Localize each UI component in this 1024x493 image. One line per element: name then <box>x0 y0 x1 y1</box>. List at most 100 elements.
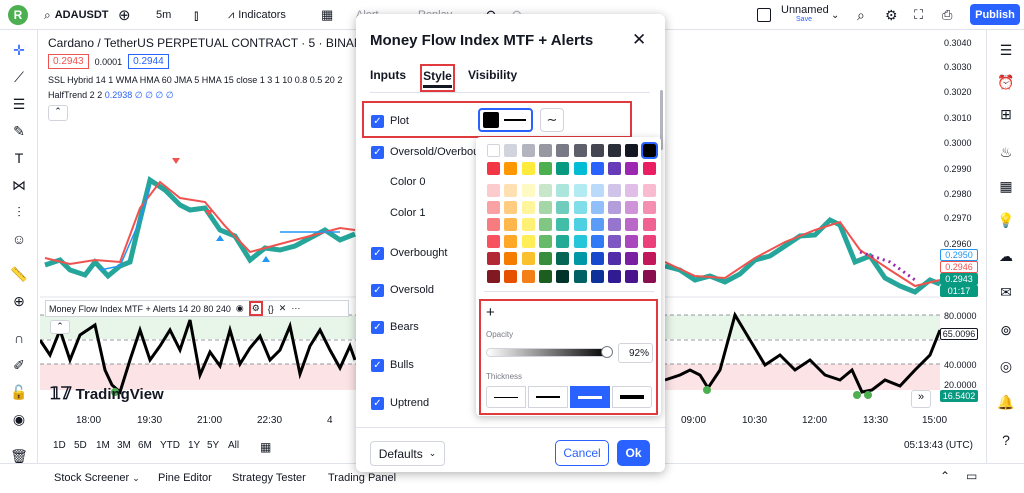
bears-checkbox[interactable]: ✓ <box>371 321 384 334</box>
color-swatch[interactable] <box>504 235 518 248</box>
color-swatch[interactable] <box>573 235 587 248</box>
color-swatch[interactable] <box>625 144 639 157</box>
ask-price[interactable]: 0.2944 <box>128 54 169 69</box>
color-swatch[interactable] <box>608 201 622 214</box>
color-swatch[interactable] <box>573 218 587 231</box>
ssl-hybrid-legend[interactable]: SSL Hybrid 14 1 WMA HMA 60 JMA 5 HMA 15 … <box>48 75 360 85</box>
period-1d[interactable]: 1D <box>53 440 66 451</box>
layout-toggle-checkbox[interactable] <box>757 8 771 22</box>
tab-trading-panel[interactable]: Trading Panel <box>328 472 396 484</box>
color-swatch[interactable] <box>573 252 587 265</box>
data-window-button[interactable]: ⊞ <box>996 104 1016 124</box>
collapse-legend-button[interactable]: ⌃ <box>48 105 68 121</box>
eye-icon[interactable]: ◉ <box>236 303 244 314</box>
color-swatch[interactable] <box>590 144 604 157</box>
zoom-tool[interactable]: ⊕ <box>9 291 29 311</box>
color-swatch[interactable] <box>556 252 570 265</box>
color-swatch[interactable] <box>504 184 518 197</box>
defaults-dropdown[interactable]: Defaults ⌄ <box>370 441 445 466</box>
color-swatch[interactable] <box>625 252 639 265</box>
tab-strategy-tester[interactable]: Strategy Tester <box>232 472 306 484</box>
fullscreen-button[interactable]: ⛶ <box>914 5 923 25</box>
hotlist-button[interactable]: ♨ <box>996 142 1016 162</box>
go-to-date-button[interactable]: ▦ <box>260 440 271 454</box>
color-swatch[interactable] <box>573 162 587 175</box>
color-swatch[interactable] <box>573 270 587 283</box>
community-button[interactable]: ✉ <box>996 282 1016 302</box>
oversold-checkbox[interactable]: ✓ <box>371 284 384 297</box>
color-swatch[interactable] <box>487 235 500 248</box>
add-custom-color-button[interactable]: + <box>486 304 495 321</box>
tab-style[interactable]: Style <box>420 64 455 92</box>
crosshair-tool[interactable]: ✛ <box>9 40 29 60</box>
color-swatch[interactable] <box>625 162 639 175</box>
color-swatch[interactable] <box>538 252 552 265</box>
color-swatch[interactable] <box>521 252 535 265</box>
stay-drawing-tool[interactable]: ✐ <box>9 355 29 375</box>
calendar-button[interactable]: ▦ <box>996 176 1016 196</box>
opacity-input[interactable]: 92% <box>618 343 653 363</box>
color-swatch[interactable] <box>504 144 518 157</box>
color-swatch[interactable] <box>608 218 622 231</box>
scroll-to-realtime-button[interactable]: » <box>911 390 931 408</box>
color-swatch[interactable] <box>521 235 535 248</box>
halftrend-legend[interactable]: HalfTrend 2 2 0.2938 ∅ ∅ ∅ ∅ <box>48 90 360 101</box>
color-swatch[interactable] <box>521 218 535 231</box>
text-tool[interactable]: T <box>9 148 29 168</box>
notifications-button[interactable]: 🔔 <box>996 392 1016 412</box>
color-swatch[interactable] <box>521 162 535 175</box>
alerts-button[interactable]: ⏰ <box>996 72 1016 92</box>
layout-menu-chevron[interactable]: ⌄ <box>831 5 839 25</box>
overbought-checkbox[interactable]: ✓ <box>371 247 384 260</box>
layout-name[interactable]: Unnamed Save <box>781 4 829 23</box>
color-swatch[interactable] <box>504 162 518 175</box>
tab-stock-screener[interactable]: Stock Screener ⌄ <box>54 472 140 484</box>
color-swatch[interactable] <box>573 144 587 157</box>
period-5y[interactable]: 5Y <box>207 440 219 451</box>
color-swatch[interactable] <box>625 235 639 248</box>
opacity-slider[interactable] <box>486 348 610 357</box>
color-swatch[interactable] <box>640 142 658 159</box>
close-icon[interactable]: ✕ <box>279 303 287 314</box>
oversold-overbought-checkbox[interactable]: ✓ <box>371 146 384 159</box>
color-swatch[interactable] <box>538 235 552 248</box>
color-swatch[interactable] <box>504 201 518 214</box>
thickness-1[interactable] <box>486 386 526 408</box>
color-swatch[interactable] <box>556 201 570 214</box>
compare-symbol-button[interactable]: ⊕ <box>118 5 131 25</box>
uptrend-checkbox[interactable]: ✓ <box>371 397 384 410</box>
color-swatch[interactable] <box>556 235 570 248</box>
settings-button[interactable]: ⚙ <box>885 5 898 25</box>
color-swatch[interactable] <box>590 201 604 214</box>
color-swatch[interactable] <box>590 270 604 283</box>
color-swatch[interactable] <box>556 162 570 175</box>
color-swatch[interactable] <box>608 144 622 157</box>
color-swatch[interactable] <box>487 201 500 214</box>
color-swatch[interactable] <box>556 218 570 231</box>
trendline-tool[interactable]: ⟋ <box>9 67 29 87</box>
color-swatch[interactable] <box>642 218 656 231</box>
period-6m[interactable]: 6M <box>138 440 152 451</box>
pattern-tool[interactable]: ⋈ <box>9 175 29 195</box>
color-swatch[interactable] <box>608 162 622 175</box>
color-swatch[interactable] <box>504 252 518 265</box>
color-swatch[interactable] <box>590 235 604 248</box>
mfi-pane-legend[interactable]: Money Flow Index MTF + Alerts 14 20 80 2… <box>45 300 349 317</box>
publish-button[interactable]: Publish <box>970 4 1020 25</box>
ok-button[interactable]: Ok <box>617 440 650 466</box>
color-swatch[interactable] <box>487 218 500 231</box>
avatar[interactable]: R <box>8 5 28 25</box>
signals-button[interactable]: ◎ <box>996 356 1016 376</box>
symbol-search[interactable]: ⌕ ADAUSDT <box>44 5 109 25</box>
streams-button[interactable]: ⊚ <box>996 320 1016 340</box>
color-swatch[interactable] <box>642 201 656 214</box>
brush-tool[interactable]: ✎ <box>9 121 29 141</box>
color-swatch[interactable] <box>590 184 604 197</box>
color-swatch[interactable] <box>608 252 622 265</box>
color-swatch[interactable] <box>504 270 518 283</box>
color-swatch[interactable] <box>625 270 639 283</box>
clock-display[interactable]: 05:13:43 (UTC) <box>904 440 973 451</box>
period-all[interactable]: All <box>228 440 239 451</box>
bulls-checkbox[interactable]: ✓ <box>371 359 384 372</box>
color-swatch[interactable] <box>556 144 570 157</box>
